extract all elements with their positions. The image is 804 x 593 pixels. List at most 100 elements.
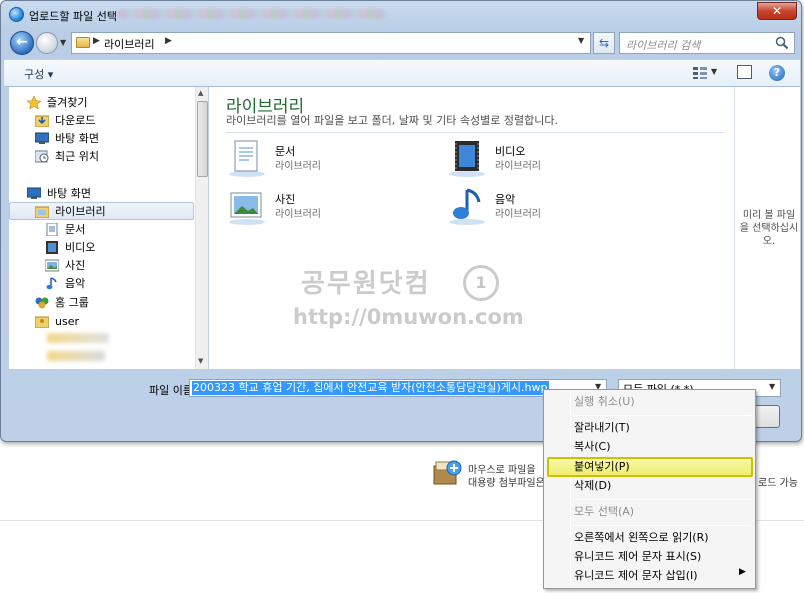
- menu-separator: [574, 499, 751, 500]
- menu-item-cut[interactable]: 잘라내기(T): [546, 418, 753, 438]
- library-folder-icon: [76, 37, 90, 48]
- menu-item-show-unicode[interactable]: 유니코드 제어 문자 표시(S): [546, 547, 753, 567]
- upload-file-icon: [433, 460, 462, 485]
- breadcrumb-arrow-icon[interactable]: ▶: [93, 36, 100, 46]
- sidebar-item-desktop-root[interactable]: 바탕 화면: [27, 184, 91, 202]
- watermark-logo-icon: 1: [463, 265, 499, 301]
- library-tile-music[interactable]: 음악 라이브러리: [447, 187, 647, 227]
- music-library-icon: [449, 188, 485, 225]
- recent-places-icon: [35, 150, 49, 162]
- documents-library-icon: [229, 140, 265, 177]
- sidebar-item-label: 사진: [65, 259, 86, 272]
- videos-icon: [46, 240, 58, 254]
- internet-explorer-icon: [9, 7, 24, 22]
- blurred-folder-item: [47, 333, 109, 343]
- tile-subtitle: 라이브러리: [275, 209, 321, 220]
- sidebar-item-label: user: [55, 314, 79, 328]
- sidebar-item-label: 라이브러리: [55, 205, 106, 218]
- library-tile-videos[interactable]: 비디오 라이브러리: [447, 139, 647, 179]
- forward-button[interactable]: [36, 32, 58, 54]
- preview-pane: 미리 볼 파일을 선택하십시오.: [734, 87, 800, 369]
- address-dropdown-icon[interactable]: ▼: [578, 36, 584, 45]
- title-bar[interactable]: 업로드할 파일 선택 ✕: [1, 1, 801, 27]
- star-icon: [27, 95, 41, 109]
- tile-subtitle: 라이브러리: [275, 161, 321, 172]
- sidebar-item-desktop[interactable]: 바탕 화면: [35, 129, 99, 147]
- sidebar-item-label: 다운로드: [55, 114, 96, 127]
- pictures-icon: [45, 259, 59, 271]
- menu-separator: [574, 415, 751, 416]
- watermark-url: http://0muwon.com: [293, 305, 524, 329]
- sidebar-item-label: 바탕 화면: [55, 132, 99, 145]
- menu-separator: [574, 525, 751, 526]
- context-menu: 실행 취소(U) 잘라내기(T) 복사(C) 붙여넣기(P) 삭제(D) 모두 …: [543, 389, 756, 589]
- sidebar-item-downloads[interactable]: 다운로드: [35, 111, 95, 129]
- library-tile-documents[interactable]: 문서 라이브러리: [227, 139, 427, 179]
- tile-subtitle: 라이브러리: [495, 161, 541, 172]
- libraries-icon: [35, 206, 49, 218]
- downloads-folder-icon: [35, 115, 49, 127]
- library-tile-pictures[interactable]: 사진 라이브러리: [227, 187, 427, 227]
- sidebar-item-label: 문서: [65, 223, 86, 236]
- submenu-arrow-icon: ▶: [739, 567, 746, 577]
- search-icon[interactable]: [775, 36, 789, 50]
- sidebar-item-label: 바탕 화면: [47, 187, 91, 200]
- documents-icon: [46, 222, 58, 236]
- back-button[interactable]: ←: [10, 31, 34, 55]
- navigation-scrollbar[interactable]: ▲ ▼: [195, 87, 208, 369]
- desktop-icon: [27, 187, 41, 199]
- sidebar-item-label: 비디오: [65, 241, 96, 254]
- search-input[interactable]: 라이브러리 검색: [619, 32, 795, 54]
- search-placeholder: 라이브러리 검색: [626, 39, 701, 52]
- desktop-icon: [35, 132, 49, 144]
- videos-library-icon: [449, 141, 485, 177]
- change-view-icon[interactable]: [692, 66, 708, 80]
- sidebar-item-label: 홈 그룹: [55, 296, 89, 309]
- navigation-pane: 즐겨찾기 다운로드 바탕 화면 최근 위치 바탕 화면 라이브러리 문서 비디오…: [9, 87, 208, 369]
- sidebar-item-favorites[interactable]: 즐겨찾기: [27, 93, 87, 111]
- preview-pane-icon[interactable]: [737, 65, 752, 79]
- menu-item-select-all[interactable]: 모두 선택(A): [546, 502, 753, 522]
- scrollbar-thumb[interactable]: [197, 101, 208, 177]
- sidebar-item-homegroup[interactable]: 홈 그룹: [35, 293, 89, 311]
- menu-item-copy[interactable]: 복사(C): [546, 437, 753, 457]
- menu-item-rtl-reading[interactable]: 오른쪽에서 왼쪽으로 읽기(R): [546, 528, 753, 548]
- sidebar-item-user[interactable]: user: [35, 312, 79, 330]
- organize-button[interactable]: 구성 ▾: [24, 66, 53, 82]
- recent-pages-dropdown-icon[interactable]: ▼: [60, 38, 68, 47]
- user-folder-icon: [35, 316, 49, 328]
- filetype-dropdown-icon[interactable]: ▼: [769, 382, 775, 391]
- command-toolbar: 구성 ▾ ▼ ?: [4, 59, 800, 87]
- scroll-down-icon[interactable]: ▼: [198, 357, 203, 365]
- breadcrumb[interactable]: 라이브러리: [104, 36, 155, 52]
- dialog-title: 업로드할 파일 선택: [29, 10, 117, 23]
- menu-item-paste[interactable]: 붙여넣기(P): [546, 457, 753, 477]
- background-upload-text: 로드 가능: [758, 478, 798, 489]
- menu-item-insert-unicode[interactable]: 유니코드 제어 문자 삽입(I): [546, 566, 753, 586]
- blurred-title-text: [117, 9, 387, 19]
- watermark-title: 공무원닷컴: [301, 269, 431, 299]
- sidebar-item-pictures[interactable]: 사진: [45, 256, 85, 274]
- address-bar[interactable]: ▶ 라이브러리 ▶ ▼: [71, 32, 591, 54]
- menu-item-undo[interactable]: 실행 취소(U): [546, 392, 753, 412]
- music-icon: [46, 276, 57, 289]
- library-description: 라이브러리를 열어 파일을 보고 폴더, 날짜 및 기타 속성별로 정렬합니다.: [226, 114, 558, 127]
- sidebar-item-videos[interactable]: 비디오: [45, 238, 95, 256]
- scroll-up-icon[interactable]: ▲: [198, 89, 203, 97]
- library-heading-divider: [226, 132, 724, 133]
- sidebar-item-label: 음악: [65, 277, 86, 290]
- sidebar-item-recent-places[interactable]: 최근 위치: [35, 147, 99, 165]
- close-button[interactable]: ✕: [757, 2, 797, 20]
- sidebar-item-music[interactable]: 음악: [45, 274, 85, 292]
- menu-item-delete[interactable]: 삭제(D): [546, 476, 753, 496]
- preview-hint: 미리 볼 파일을 선택하십시오.: [739, 210, 799, 247]
- pictures-library-icon: [229, 192, 265, 225]
- filename-selected-text[interactable]: 200323 학교 휴업 기간, 집에서 안전교육 받자(안전소통담당관실)게시…: [192, 381, 549, 395]
- breadcrumb-arrow-icon[interactable]: ▶: [165, 36, 172, 46]
- help-icon[interactable]: ?: [769, 65, 785, 81]
- view-dropdown-icon[interactable]: ▼: [711, 67, 717, 76]
- sidebar-item-documents[interactable]: 문서: [45, 220, 85, 238]
- refresh-button[interactable]: ⇆: [593, 32, 615, 54]
- sidebar-item-libraries[interactable]: 라이브러리: [35, 202, 106, 220]
- sidebar-item-label: 즐겨찾기: [47, 96, 88, 109]
